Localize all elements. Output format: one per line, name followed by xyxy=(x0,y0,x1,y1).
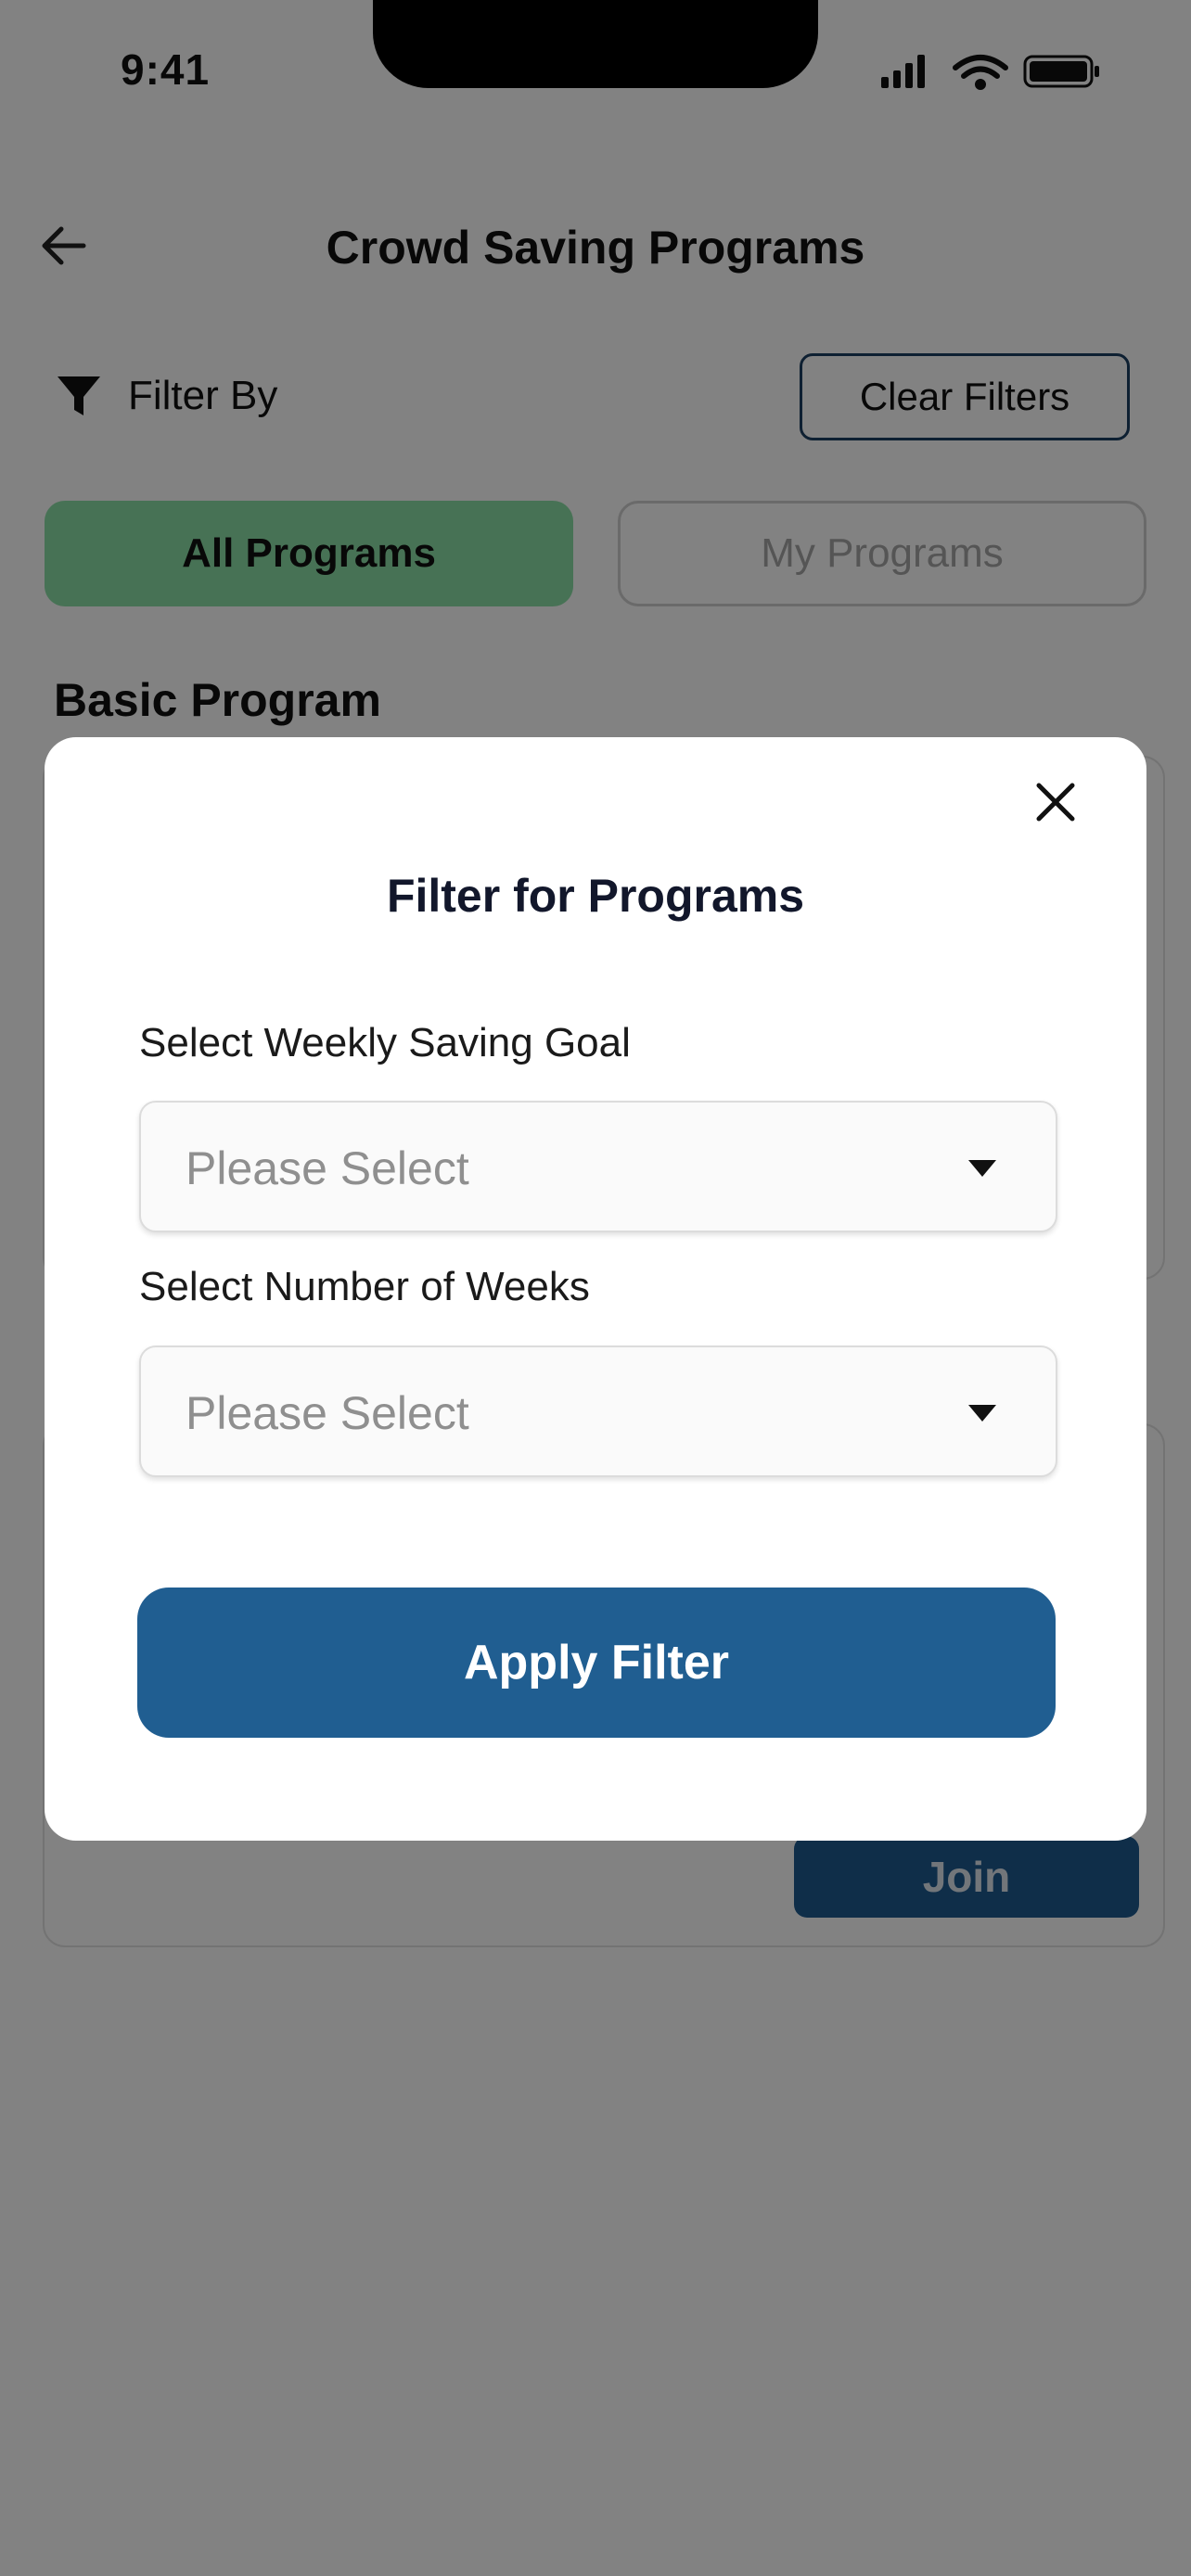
weekly-goal-value: Please Select xyxy=(186,1142,469,1194)
number-of-weeks-label: Select Number of Weeks xyxy=(139,1264,590,1309)
number-of-weeks-value: Please Select xyxy=(186,1387,469,1439)
chevron-down-icon xyxy=(968,1160,996,1177)
close-button[interactable] xyxy=(1028,774,1083,830)
close-icon xyxy=(1036,783,1075,822)
modal-title: Filter for Programs xyxy=(386,870,805,922)
weekly-goal-label: Select Weekly Saving Goal xyxy=(139,1020,631,1065)
chevron-down-icon xyxy=(968,1405,996,1422)
weekly-goal-select[interactable]: Please Select xyxy=(139,1101,1057,1232)
apply-filter-button[interactable]: Apply Filter xyxy=(137,1588,1056,1738)
number-of-weeks-select[interactable]: Please Select xyxy=(139,1345,1057,1477)
app-screen: 9:41 Crowd Saving Programs Filter By Cle… xyxy=(0,0,1191,2576)
